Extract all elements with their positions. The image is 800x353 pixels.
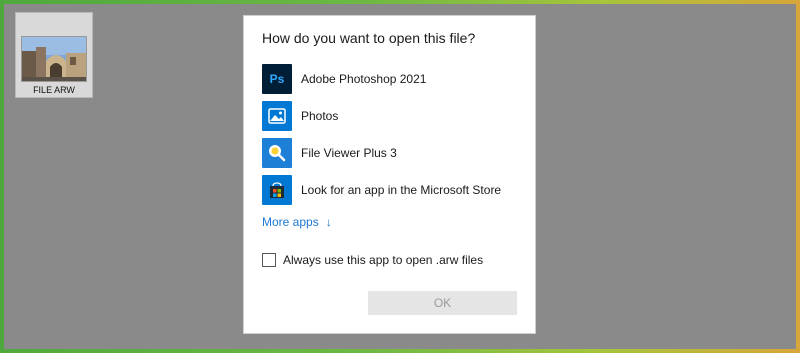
always-use-label: Always use this app to open .arw files [283,253,484,267]
file-viewer-plus-icon [262,137,292,168]
always-use-checkbox[interactable] [262,253,276,267]
app-list: Ps Adobe Photoshop 2021 Photos File View… [262,60,522,208]
microsoft-store-icon [262,174,292,205]
more-apps-label: More apps [262,215,319,229]
desktop-file-icon[interactable]: FILE ARW [15,12,93,98]
app-item-photos[interactable]: Photos [262,97,522,134]
desktop: FILE ARW How do you want to open this fi… [4,4,796,349]
app-item-microsoft-store[interactable]: Look for an app in the Microsoft Store [262,171,522,208]
file-thumbnail [21,36,87,82]
app-item-photoshop[interactable]: Ps Adobe Photoshop 2021 [262,60,522,97]
more-apps-link[interactable]: More apps ↓ [262,215,332,229]
open-with-dialog: How do you want to open this file? Ps Ad… [244,16,535,333]
app-item-file-viewer-plus[interactable]: File Viewer Plus 3 [262,134,522,171]
always-use-option[interactable]: Always use this app to open .arw files [262,253,483,267]
dialog-title: How do you want to open this file? [262,30,476,46]
arrow-down-icon: ↓ [325,215,332,229]
photos-icon [262,100,292,131]
app-item-label: Adobe Photoshop 2021 [301,71,427,86]
photoshop-icon-text: Ps [269,71,285,86]
app-item-label: Look for an app in the Microsoft Store [301,182,502,197]
app-item-label: File Viewer Plus 3 [301,145,397,160]
photoshop-icon: Ps [262,63,292,94]
file-name-label: FILE ARW [33,85,75,95]
app-item-label: Photos [301,108,339,123]
ok-button[interactable]: OK [368,291,517,315]
photo-thumbnail-icon [22,37,86,81]
screenshot-frame: FILE ARW How do you want to open this fi… [0,0,800,353]
